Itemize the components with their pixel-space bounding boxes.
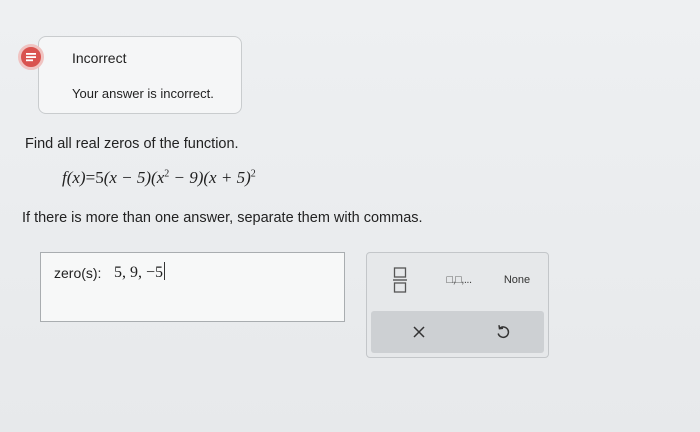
list-button-label: □,□,... bbox=[446, 274, 472, 286]
clear-button[interactable] bbox=[399, 311, 439, 353]
equation-coefficient: 5 bbox=[95, 168, 104, 187]
function-equation: f(x)=5(x − 5)(x2 − 9)(x + 5)2 bbox=[62, 168, 256, 188]
none-button-label: None bbox=[503, 274, 531, 286]
none-button[interactable]: None bbox=[493, 267, 541, 293]
incorrect-icon bbox=[18, 44, 44, 70]
list-button[interactable]: □,□,... bbox=[433, 267, 485, 293]
keypad-action-row bbox=[371, 311, 544, 353]
equation-factor-1: (x − 5) bbox=[103, 168, 152, 187]
equation-factor-2-close: − 9) bbox=[169, 168, 204, 187]
feedback-title: Incorrect bbox=[72, 50, 127, 66]
undo-icon bbox=[497, 325, 510, 339]
question-instruction: If there is more than one answer, separa… bbox=[22, 210, 423, 226]
equation-lhs: f(x) bbox=[62, 168, 86, 187]
equation-factor-2-open: (x bbox=[151, 168, 165, 187]
fraction-icon bbox=[393, 267, 407, 293]
answer-label: zero(s): bbox=[54, 265, 102, 281]
undo-button[interactable] bbox=[483, 311, 523, 353]
answer-input[interactable]: zero(s): 5, 9, −5 bbox=[40, 252, 345, 322]
question-prompt: Find all real zeros of the function. bbox=[25, 136, 239, 152]
answer-value[interactable]: 5, 9, −5 bbox=[114, 262, 166, 282]
feedback-message: Your answer is incorrect. bbox=[72, 86, 214, 101]
close-icon bbox=[413, 326, 425, 338]
equation-equals: = bbox=[85, 168, 96, 187]
equation-factor-3-exponent: 2 bbox=[250, 168, 256, 180]
text-cursor bbox=[164, 262, 166, 280]
answer-value-text: 5, 9, −5 bbox=[114, 264, 164, 281]
feedback-card bbox=[38, 36, 242, 114]
math-keypad: □,□,... None bbox=[366, 252, 549, 358]
page: Incorrect Your answer is incorrect. Find… bbox=[0, 0, 700, 432]
fraction-button[interactable] bbox=[387, 263, 413, 297]
equation-factor-3: (x + 5) bbox=[203, 168, 251, 187]
